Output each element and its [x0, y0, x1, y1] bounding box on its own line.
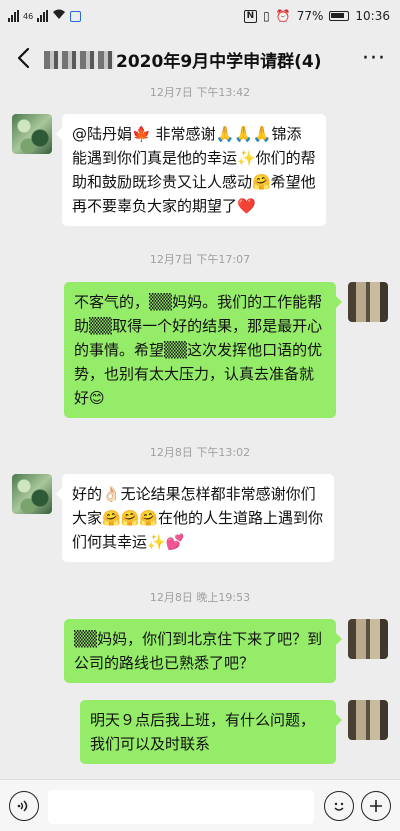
- message-bubble-incoming[interactable]: @陆丹娟🍁 非常感谢🙏🙏🙏锦添能遇到你们真是他的幸运✨你们的帮助和鼓励既珍贵又让…: [56, 114, 326, 226]
- avatar[interactable]: [12, 114, 52, 154]
- more-functions-button[interactable]: [361, 791, 391, 821]
- timestamp: 12月8日 晚上19:53: [149, 591, 251, 604]
- message-bubble-outgoing[interactable]: 明天９点后我上班，有什么问题，我们可以及时联系: [80, 700, 342, 764]
- chat-title-text: 2020年9月中学申请群(4): [116, 52, 322, 72]
- chat-header: 2020年9月中学申请群(4) ···: [0, 34, 400, 82]
- avatar[interactable]: [12, 474, 52, 514]
- message-bubble-outgoing[interactable]: ▒▒妈妈，你们到北京住下来了吧？到公司的路线也已熟悉了吧？: [64, 619, 342, 683]
- chevron-left-icon: [17, 47, 30, 69]
- plus-icon: [370, 800, 382, 812]
- emoji-icon: [334, 802, 344, 811]
- timestamp: 12月7日 下午17:07: [149, 253, 251, 266]
- message-bubble-incoming[interactable]: 好的👌🏻无论结果怎样都非常感谢你们大家🤗🤗🤗在他的人生道路上遇到你们何其幸运✨💕: [56, 474, 334, 562]
- nfc-icon: N: [243, 9, 258, 23]
- more-options-button[interactable]: ···: [362, 46, 386, 71]
- clock: 10:36: [355, 9, 390, 23]
- message-bubble-outgoing[interactable]: 不客气的，▒▒妈妈。我们的工作能帮助▒▒取得一个好的结果，那是最开心的事情。希望…: [64, 282, 342, 418]
- alarm-icon: ⏰: [275, 9, 291, 23]
- signal-icon: [8, 10, 19, 22]
- back-button[interactable]: [8, 42, 40, 74]
- vibrate-icon: ▯: [263, 9, 270, 23]
- input-bar: [0, 779, 400, 831]
- timestamp: 12月7日 下午13:42: [149, 86, 251, 99]
- app-notification-icon: [70, 10, 82, 22]
- voice-input-button[interactable]: [9, 791, 39, 821]
- network-type-label: 46: [23, 11, 34, 21]
- timestamp: 12月8日 下午13:02: [149, 446, 251, 459]
- avatar[interactable]: [348, 700, 388, 740]
- avatar[interactable]: [348, 282, 388, 322]
- emoji-button[interactable]: [324, 791, 354, 821]
- chat-title: 2020年9月中学申请群(4): [44, 47, 322, 72]
- battery-percent: 77%: [296, 9, 324, 23]
- wifi-icon: [52, 9, 66, 23]
- status-bar: 46 N ▯ ⏰ 77% 10:36: [0, 0, 400, 34]
- avatar[interactable]: [348, 619, 388, 659]
- signal-icon-2: [37, 10, 49, 22]
- message-input[interactable]: [48, 790, 314, 824]
- voice-icon: [17, 800, 28, 812]
- blurred-name: [44, 50, 114, 69]
- battery-icon: [329, 11, 350, 21]
